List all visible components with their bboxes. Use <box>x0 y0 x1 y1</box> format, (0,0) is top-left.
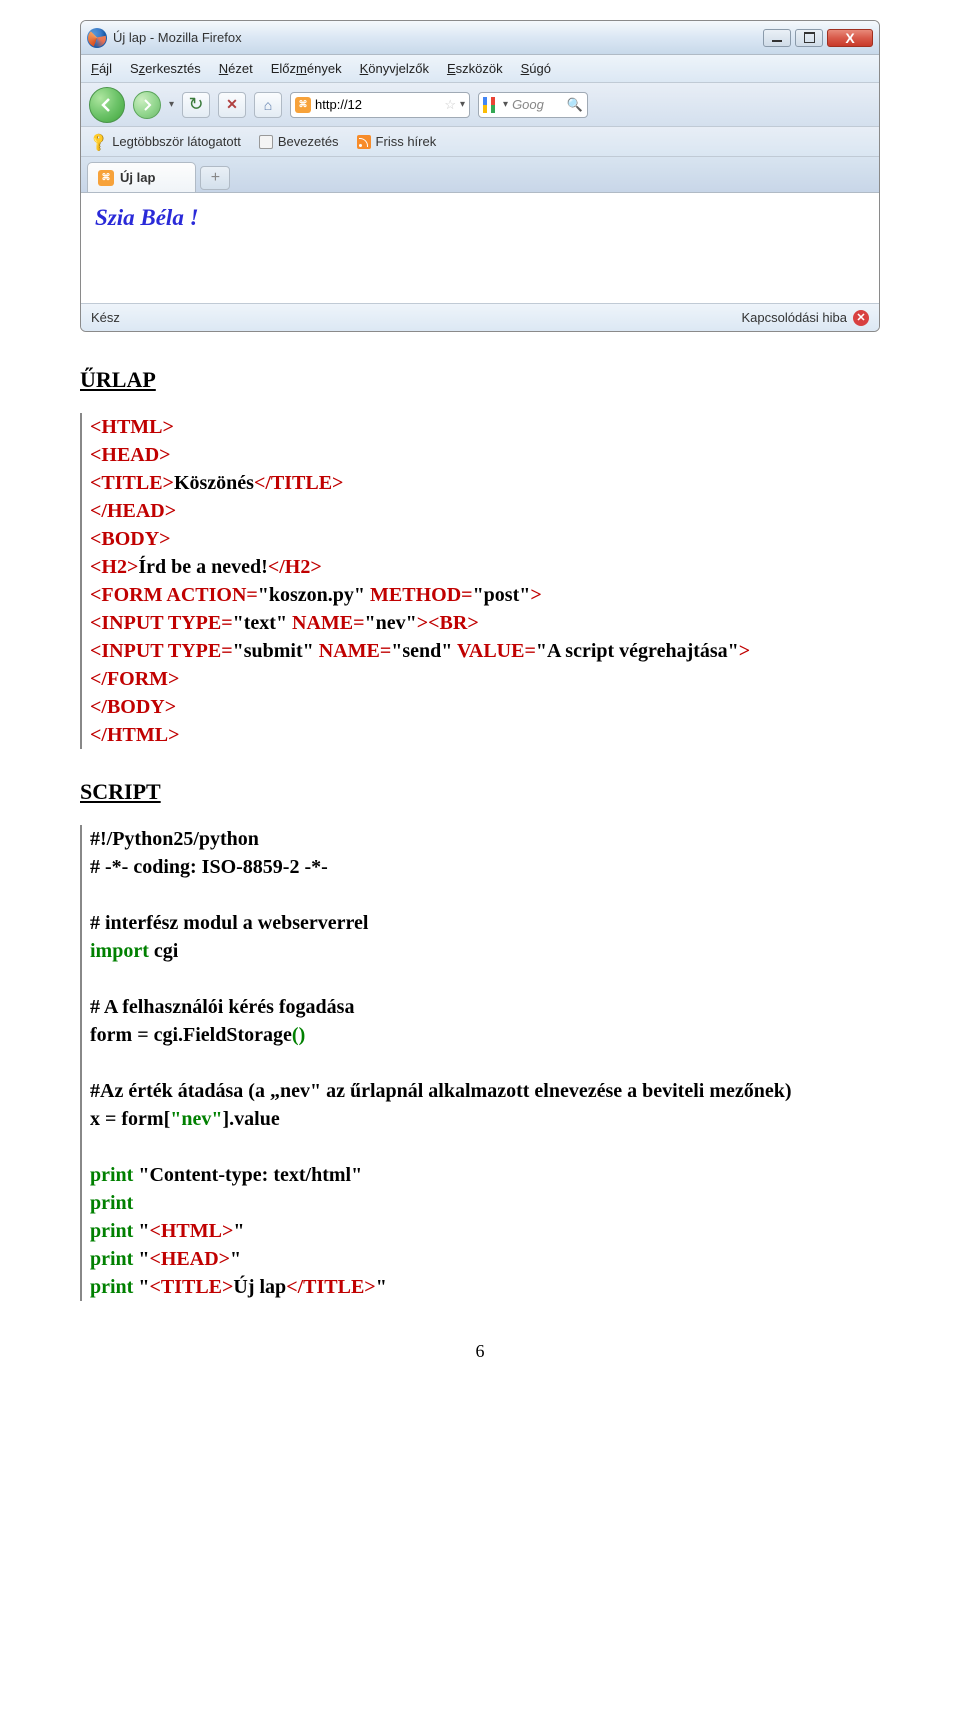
status-right: Kapcsolódási hiba ✕ <box>741 310 869 326</box>
xampp-icon: ⌘ <box>295 97 311 113</box>
menu-view[interactable]: Nézet <box>219 61 253 76</box>
tab-bar: ⌘ Új lap + <box>81 157 879 193</box>
window-title: Új lap - Mozilla Firefox <box>113 30 763 45</box>
address-text: http://12 <box>315 97 440 112</box>
window-controls: X <box>763 29 873 47</box>
back-button[interactable] <box>89 87 125 123</box>
menu-history[interactable]: Előzmények <box>271 61 342 76</box>
new-tab-button[interactable]: + <box>200 166 230 190</box>
back-arrow-icon <box>98 96 116 114</box>
maximize-button[interactable] <box>795 29 823 47</box>
menu-help[interactable]: Súgó <box>521 61 551 76</box>
status-error-text: Kapcsolódási hiba <box>741 310 847 325</box>
close-button[interactable]: X <box>827 29 873 47</box>
tab-active[interactable]: ⌘ Új lap <box>87 162 196 192</box>
section-heading-urlap: ŰRLAP <box>80 367 880 393</box>
bookmark-intro[interactable]: Bevezetés <box>259 134 339 149</box>
search-bar[interactable]: ▾ Goog 🔍 <box>478 92 588 118</box>
menu-bookmarks[interactable]: Könyvjelzők <box>360 61 429 76</box>
error-icon: ✕ <box>853 310 869 326</box>
star-icon[interactable]: ☆ <box>444 97 456 113</box>
home-icon: ⌂ <box>264 97 272 113</box>
nav-toolbar: ▾ ↻ ✕ ⌂ ⌘ http://12 ☆ ▾ ▾ Goog 🔍 <box>81 83 879 127</box>
rss-icon <box>357 135 371 149</box>
status-bar: Kész Kapcsolódási hiba ✕ <box>81 303 879 331</box>
bookmarks-toolbar: 🔑 Legtöbbször látogatott Bevezetés Friss… <box>81 127 879 157</box>
minimize-button[interactable] <box>763 29 791 47</box>
page-icon <box>259 135 273 149</box>
search-icon[interactable]: 🔍 <box>567 97 583 113</box>
forward-button[interactable] <box>133 91 161 119</box>
content-heading: Szia Béla ! <box>95 205 865 231</box>
bookmark-label: Legtöbbször látogatott <box>112 134 241 149</box>
stop-icon: ✕ <box>226 96 238 113</box>
code-block-html: <HTML> <HEAD> <TITLE>Köszönés</TITLE> </… <box>80 413 880 749</box>
stop-button[interactable]: ✕ <box>218 92 246 118</box>
tab-label: Új lap <box>120 170 155 185</box>
menu-tools[interactable]: Eszközök <box>447 61 503 76</box>
code-block-python: #!/Python25/python # -*- coding: ISO-885… <box>80 825 880 1301</box>
firefox-window: Új lap - Mozilla Firefox X Fájl Szerkesz… <box>80 20 880 332</box>
forward-arrow-icon <box>140 98 154 112</box>
home-button[interactable]: ⌂ <box>254 92 282 118</box>
history-dropdown[interactable]: ▾ <box>169 99 174 110</box>
google-icon <box>483 97 499 113</box>
search-placeholder: Goog <box>512 97 563 112</box>
page-content: Szia Béla ! <box>81 193 879 303</box>
reload-button[interactable]: ↻ <box>182 92 210 118</box>
titlebar: Új lap - Mozilla Firefox X <box>81 21 879 55</box>
engine-dropdown-icon[interactable]: ▾ <box>503 99 508 110</box>
menu-file[interactable]: Fájl <box>91 61 112 76</box>
reload-icon: ↻ <box>188 94 203 115</box>
key-icon: 🔑 <box>88 130 111 153</box>
status-text: Kész <box>91 310 120 325</box>
firefox-icon <box>87 28 107 48</box>
address-bar[interactable]: ⌘ http://12 ☆ ▾ <box>290 92 470 118</box>
bookmark-label: Bevezetés <box>278 134 339 149</box>
bookmark-label: Friss hírek <box>376 134 437 149</box>
menubar: Fájl Szerkesztés Nézet Előzmények Könyvj… <box>81 55 879 83</box>
xampp-icon: ⌘ <box>98 170 114 186</box>
menu-edit[interactable]: Szerkesztés <box>130 61 201 76</box>
page-number: 6 <box>80 1341 880 1362</box>
bookmark-most-visited[interactable]: 🔑 Legtöbbször látogatott <box>91 134 241 150</box>
section-heading-script: SCRIPT <box>80 779 880 805</box>
bookmark-news[interactable]: Friss hírek <box>357 134 437 149</box>
address-dropdown-icon[interactable]: ▾ <box>460 99 465 110</box>
